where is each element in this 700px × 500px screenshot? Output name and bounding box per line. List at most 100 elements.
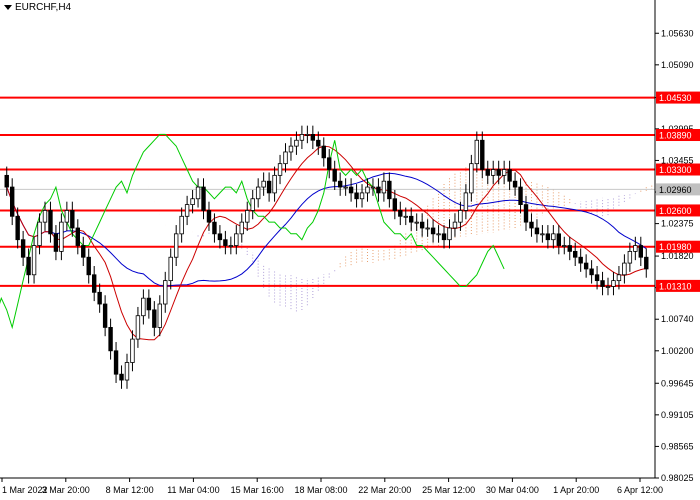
candle-body [567,245,572,252]
time-tick-label: 6 Apr 12:00 [617,485,663,495]
candle-body [430,227,436,235]
candle-body [398,210,403,217]
candle-body [75,227,80,246]
current-price-label: 1.02960 [659,185,692,195]
candle-body [70,210,75,229]
time-tick-label: 15 Mar 16:00 [231,485,284,495]
candle-body [37,221,42,246]
candle-body [288,145,294,153]
candle-body [157,303,162,328]
time-tick-label: 1 Mar 2022 [2,485,48,495]
candle-body [272,174,277,194]
time-tick-label: 1 Apr 20:00 [553,485,599,495]
kijun-sen-line [6,172,647,287]
level-label: 1.02600 [659,206,692,216]
chikou-span-line [0,133,505,330]
candle-body [337,180,343,188]
level-label: 1.01310 [659,281,692,291]
candle-body [130,338,135,363]
candle-body [266,180,272,194]
candle-body [26,256,31,276]
candle-body [458,210,463,223]
candle-body [370,186,376,189]
candle-body [261,180,266,188]
time-tick-label: 8 Mar 12:00 [106,485,154,495]
candle-body [48,210,53,235]
candle-body [15,215,20,241]
time-tick-label: 22 Mar 20:00 [358,485,411,495]
time-tick-label: 3 Mar 20:00 [42,485,90,495]
candle-body [573,250,578,258]
symbol-label[interactable]: EURCHF,H4 [4,2,71,13]
candle-body [195,186,201,200]
candle-body [594,274,600,282]
candle-body [425,227,430,230]
price-tick-label: 1.00740 [661,314,694,324]
candle-body [638,245,644,258]
candle-body [119,373,124,381]
candle-body [611,280,616,287]
candle-body [53,233,59,252]
candle-body [447,227,452,241]
price-tick-label: 1.02375 [661,219,694,229]
candle-body [108,327,113,352]
candle-body [627,250,633,264]
symbol-text: EURCHF,H4 [15,2,72,13]
level-labels: 1.04530 1.03890 1.03300 1.02600 1.01980 1.013… [656,91,700,292]
horizontal-levels[interactable] [0,96,655,287]
candle-body [168,256,173,282]
candle-body [403,215,408,218]
candle-body [463,192,469,211]
time-tick-label: 18 Mar 08:00 [294,485,347,495]
candle-body [605,286,611,288]
candle-body [124,362,130,381]
candle-body [239,221,244,235]
candle-body [644,256,649,270]
candle-body [501,169,507,176]
candle-body [551,233,556,241]
candle-body [86,256,91,276]
candle-body [201,186,206,211]
candle-body [523,204,529,223]
candle-body [113,350,119,375]
price-tick-label: 0.98565 [661,441,694,451]
candle-body [163,280,168,305]
candle-body [414,221,419,224]
candle-body [512,180,518,188]
candle-body [376,186,381,194]
price-tick-label: 1.05090 [661,60,694,70]
candle-body [321,145,326,159]
price-tick-label: 0.99105 [661,410,694,420]
level-label: 1.01980 [659,242,692,252]
chart-window[interactable]: 1.056301.050901.045301.039951.034551.029… [0,0,700,500]
candle-body [562,245,567,247]
candle-body [556,233,562,246]
candle-body [518,186,523,206]
candle-body [97,291,102,305]
candle-body [146,297,152,311]
price-tick-label: 0.99645 [661,378,694,388]
candle-body [392,198,398,211]
candle-body [294,139,299,147]
tenkan-sen-line [6,145,647,341]
candle-body [135,315,141,340]
candle-body [529,221,534,229]
candle-body [436,233,441,236]
level-label: 1.04530 [659,93,692,103]
candle-body [255,186,261,200]
candle-body [277,163,283,176]
candle-body [600,280,605,287]
candle-body [452,221,458,229]
candle-body [91,274,97,293]
candle-body [354,192,359,200]
candle-body [212,221,217,235]
candle-body [469,163,474,194]
candle-body [545,233,551,241]
price-chart[interactable]: 1.056301.050901.045301.039951.034551.029… [0,0,700,500]
candle-body [223,239,228,246]
candle-body [534,227,540,235]
candle-body [184,204,190,217]
candle-body [179,215,184,235]
candle-body [409,215,414,223]
candle-body [332,169,337,182]
